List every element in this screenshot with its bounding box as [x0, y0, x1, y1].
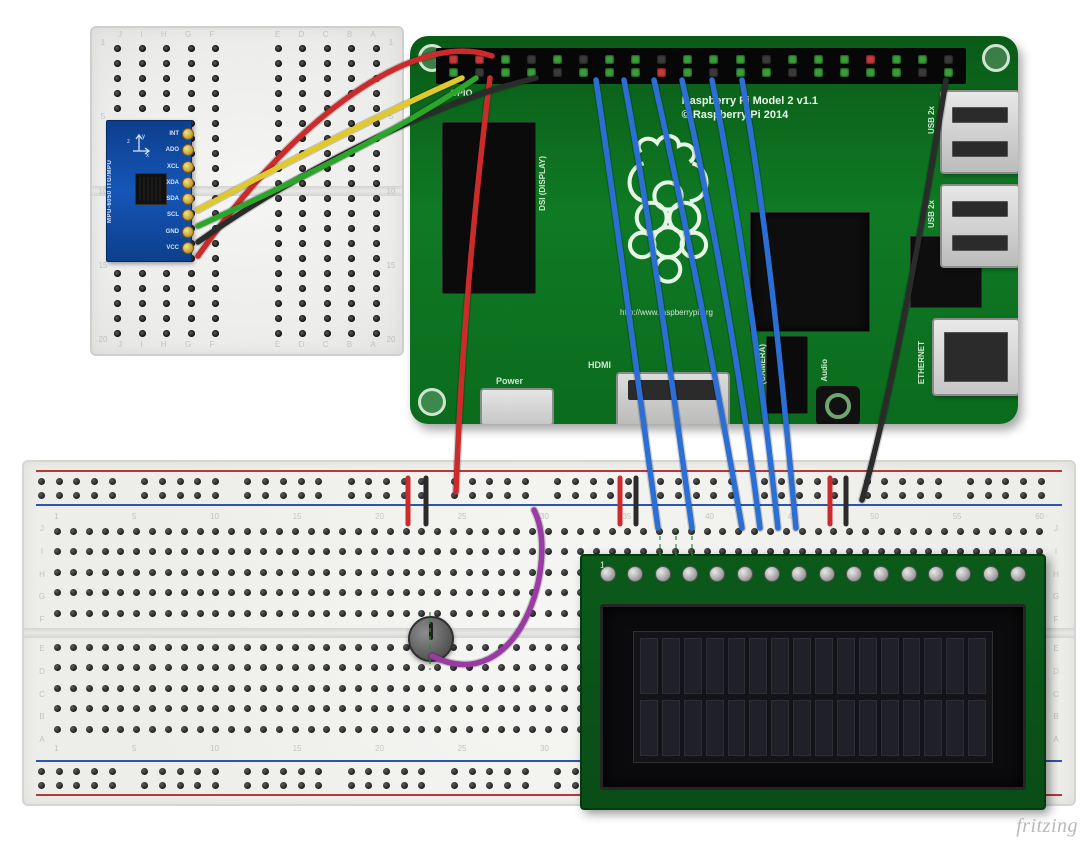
svg-text:x: x — [146, 153, 149, 159]
lcd-screen — [633, 631, 993, 763]
dsi-connector — [442, 122, 536, 294]
usb-port-bottom — [940, 184, 1018, 268]
lcd-pin-pads — [600, 566, 1026, 588]
camera-label: (CAMERA) — [758, 344, 767, 384]
ethernet-port — [932, 318, 1018, 396]
hdmi-port — [616, 372, 730, 424]
usb-label: USB 2x — [927, 106, 936, 134]
gpio-label: GPIO — [450, 88, 473, 98]
ethernet-label: ETHERNET — [917, 341, 926, 384]
usb-label: USB 2x — [927, 200, 936, 228]
audio-jack — [816, 386, 860, 424]
lcd-16x2: 1 — [580, 554, 1046, 810]
board-url: http://www.raspberrypi.org — [620, 308, 713, 317]
row-nums-right: 15101520 — [382, 28, 400, 354]
svg-text:z: z — [127, 139, 130, 145]
soc-chip-icon — [750, 212, 870, 332]
power-label: Power — [496, 376, 523, 386]
svg-text:y: y — [142, 134, 145, 140]
mpu-pin-header: INTADOXCLXDASDASCLGNDVCC — [181, 127, 195, 255]
raspberry-logo-icon — [600, 132, 736, 298]
trim-potentiometer — [408, 616, 454, 662]
col-letters-bottom: JIHGF EDCBA — [112, 340, 382, 352]
fritzing-watermark: fritzing — [1016, 815, 1078, 838]
mpu-side-label: MPU-6050 ITG/MPU — [105, 131, 115, 251]
dsi-label: DSI (DISPLAY) — [538, 156, 547, 211]
gpio-header — [436, 48, 966, 84]
audio-label: Audio — [820, 359, 829, 382]
micro-usb-port — [480, 388, 554, 424]
mpu6050-module: MPU-6050 ITG/MPU z y x INTADOXCLXDASDASC… — [106, 120, 192, 262]
hdmi-label: HDMI — [588, 360, 611, 370]
col-letters-top: JIHGF EDCBA — [112, 30, 382, 42]
axis-icon: z y x — [125, 131, 153, 159]
mount-hole-icon — [982, 44, 1010, 72]
mount-hole-icon — [418, 388, 446, 416]
board-title: Raspberry Pi Model 2 v1.1© Raspberry Pi … — [682, 94, 818, 122]
raspberry-pi-board: GPIO Raspberry Pi Model 2 v1.1© Raspberr… — [410, 36, 1018, 424]
diagram-stage: { "watermark": "fritzing", "mpu": { "sid… — [0, 0, 1092, 844]
lcd-bezel — [600, 604, 1026, 790]
usb-port-top — [940, 90, 1018, 174]
camera-connector — [766, 336, 808, 414]
